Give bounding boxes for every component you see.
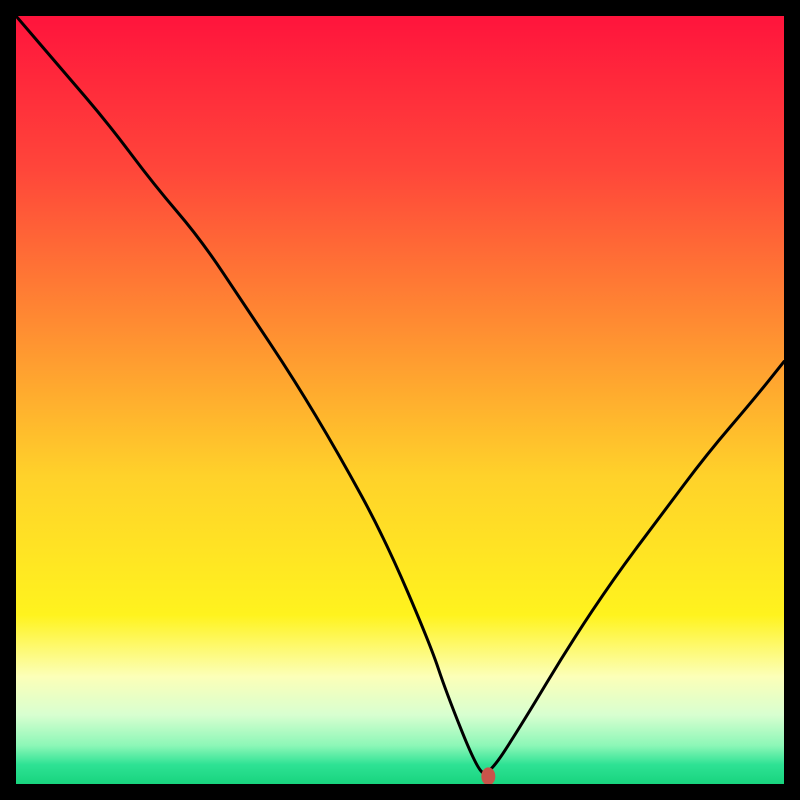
bottleneck-chart	[16, 16, 784, 784]
gradient-background	[16, 16, 784, 784]
chart-frame: TheBottleneck.com	[16, 16, 784, 784]
